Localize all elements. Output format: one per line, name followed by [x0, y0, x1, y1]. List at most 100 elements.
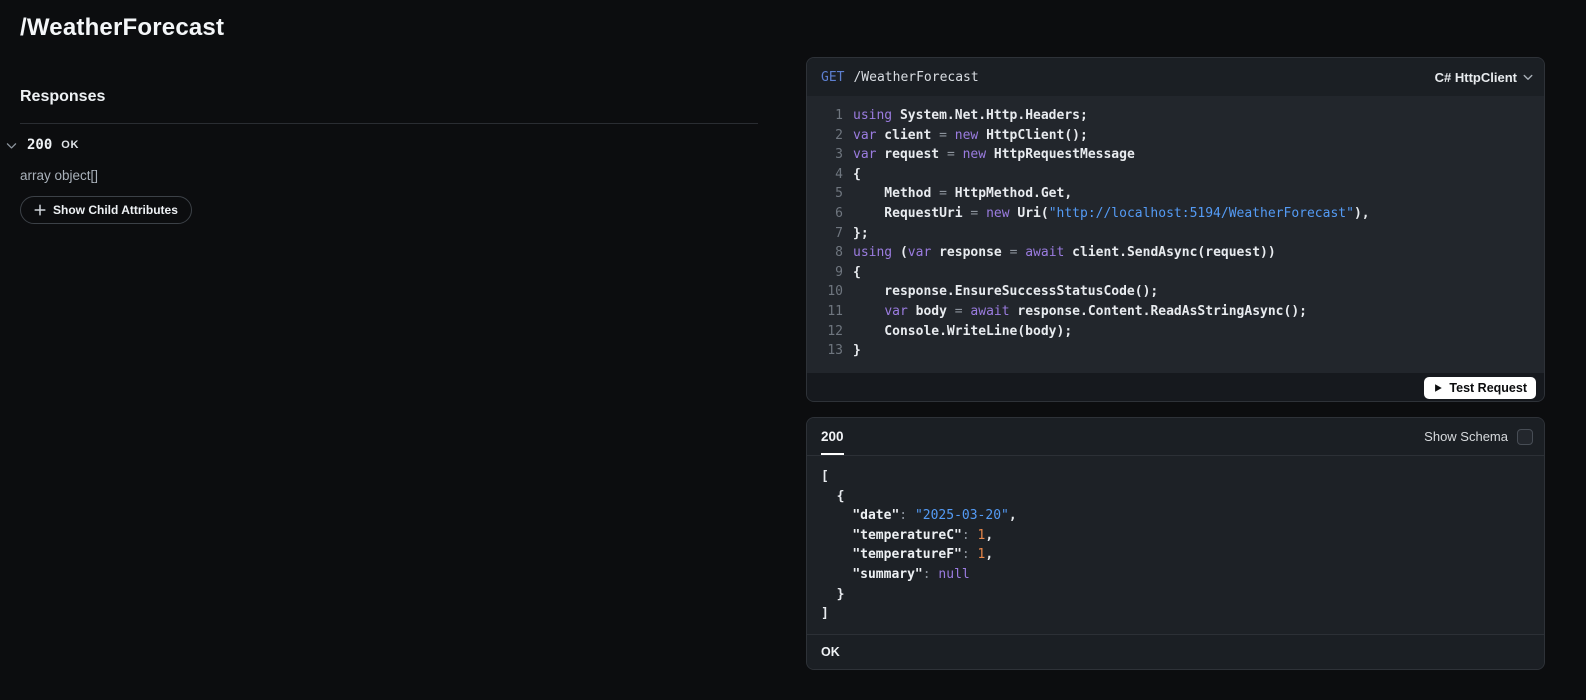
- code-token: "temperatureC": [852, 527, 962, 543]
- code-token: HttpMethod.Get,: [946, 186, 1073, 202]
- code-token: :: [961, 527, 978, 543]
- code-token: ),: [1353, 205, 1370, 221]
- show-schema-checkbox[interactable]: [1517, 428, 1533, 445]
- json-line: }: [821, 585, 1530, 605]
- code-token: null: [938, 566, 970, 582]
- tab-200[interactable]: 200: [821, 429, 844, 455]
- code-token: (: [892, 245, 908, 261]
- response-200-row[interactable]: 200 OK: [5, 137, 758, 153]
- code-token: HttpRequestMessage: [986, 147, 1135, 163]
- code-line: 5 Method = HttpMethod.Get,: [819, 184, 1530, 204]
- request-panel-footer: Test Request: [807, 373, 1544, 401]
- code-token: client: [876, 127, 940, 143]
- line-number: 6: [835, 205, 843, 221]
- code-token: System.Net.Http.Headers;: [892, 108, 1088, 123]
- code-line: 4{: [819, 165, 1530, 185]
- chevron-down-icon[interactable]: [5, 139, 18, 152]
- code-token: using: [853, 108, 893, 123]
- code-token: ,: [985, 547, 994, 563]
- code-token: new: [954, 127, 979, 143]
- line-number: 12: [827, 323, 843, 339]
- page-title: /WeatherForecast: [20, 14, 225, 41]
- code-line: 9{: [819, 263, 1530, 283]
- code-line: 13}: [819, 341, 1530, 361]
- code-line: 2 var client = new HttpClient();: [819, 126, 1530, 146]
- code-token: "summary": [852, 566, 923, 582]
- endpoint-path: /WeatherForecast: [853, 69, 979, 85]
- code-token: =: [946, 147, 955, 163]
- code-token: {: [821, 488, 845, 504]
- code-line: 8 using (var response = await client.Send…: [819, 243, 1530, 263]
- json-line: "temperatureC": 1,: [821, 526, 1530, 546]
- code-token: =: [954, 303, 963, 319]
- line-number: 2: [835, 127, 843, 143]
- response-example-panel: 200 Show Schema [ { "date": "2025-03-20"…: [806, 417, 1545, 670]
- code-token: Method: [853, 186, 940, 202]
- plus-icon: [34, 204, 46, 216]
- code-token: }: [853, 343, 861, 359]
- line-number: 3: [835, 147, 843, 163]
- line-number: 8: [835, 245, 843, 261]
- code-line: 11 var body = await response.Content.Rea…: [819, 302, 1530, 322]
- line-number: 11: [827, 303, 843, 319]
- client-language-selector[interactable]: C# HttpClient: [1435, 70, 1534, 85]
- code-token: var: [884, 303, 908, 319]
- play-icon: [1433, 383, 1443, 393]
- response-panel-footer: OK: [807, 634, 1544, 669]
- request-example-panel: GET /WeatherForecast C# HttpClient 1 usin…: [806, 57, 1545, 402]
- code-token: await: [1025, 245, 1065, 261]
- code-token: Uri(: [1009, 205, 1049, 221]
- json-line: {: [821, 487, 1530, 507]
- code-token: "temperatureF": [852, 547, 962, 563]
- show-child-attributes-button[interactable]: Show Child Attributes: [20, 196, 192, 224]
- response-type-label: array object[]: [20, 168, 99, 183]
- code-token: await: [970, 303, 1010, 319]
- test-request-button[interactable]: Test Request: [1424, 377, 1536, 399]
- line-number: 13: [827, 343, 843, 359]
- json-line: [: [821, 467, 1530, 487]
- response-status-code: 200: [27, 137, 53, 153]
- code-line: 10 response.EnsureSuccessStatusCode();: [819, 282, 1530, 302]
- code-token: }: [821, 586, 845, 602]
- code-token: body: [907, 303, 955, 319]
- json-line: "date": "2025-03-20",: [821, 506, 1530, 526]
- responses-heading: Responses: [20, 88, 106, 105]
- code-token: Console.WriteLine(body);: [853, 323, 1073, 339]
- line-number: 1: [835, 108, 843, 123]
- code-token: new: [962, 147, 987, 163]
- code-line: 3 var request = new HttpRequestMessage: [819, 145, 1530, 165]
- chevron-down-icon: [1522, 71, 1534, 83]
- line-number: 5: [835, 186, 843, 202]
- code-token: response.EnsureSuccessStatusCode();: [853, 284, 1159, 300]
- request-panel-header: GET /WeatherForecast C# HttpClient: [807, 58, 1544, 96]
- line-number: 4: [835, 166, 843, 182]
- code-token: ,: [1008, 508, 1017, 524]
- code-token: new: [986, 205, 1010, 221]
- code-line: 12 Console.WriteLine(body);: [819, 322, 1530, 342]
- line-number: 7: [835, 225, 843, 241]
- code-token: response.Content.ReadAsStringAsync();: [1009, 303, 1307, 319]
- code-token: :: [899, 508, 915, 524]
- line-number: 9: [835, 264, 843, 280]
- response-status-label: OK: [61, 139, 79, 151]
- code-token: response: [931, 245, 1010, 261]
- code-token: "http://localhost:5194/WeatherForecast": [1048, 205, 1354, 221]
- code-token: var: [907, 245, 932, 261]
- response-json: [ { "date": "2025-03-20", "temperatureC"…: [807, 456, 1544, 634]
- responses-divider: [20, 123, 758, 124]
- code-token: :: [961, 547, 978, 563]
- code-token: var: [853, 127, 877, 143]
- api-reference-page: /WeatherForecast Responses 200 OK array …: [0, 0, 1586, 700]
- code-line: 7};: [819, 224, 1530, 244]
- code-token: {: [853, 166, 861, 182]
- code-token: var: [853, 147, 877, 163]
- code-token: client.SendAsync(request)): [1064, 245, 1276, 261]
- code-token: using: [853, 245, 893, 261]
- code-token: =: [939, 186, 947, 202]
- line-number: 10: [827, 284, 843, 300]
